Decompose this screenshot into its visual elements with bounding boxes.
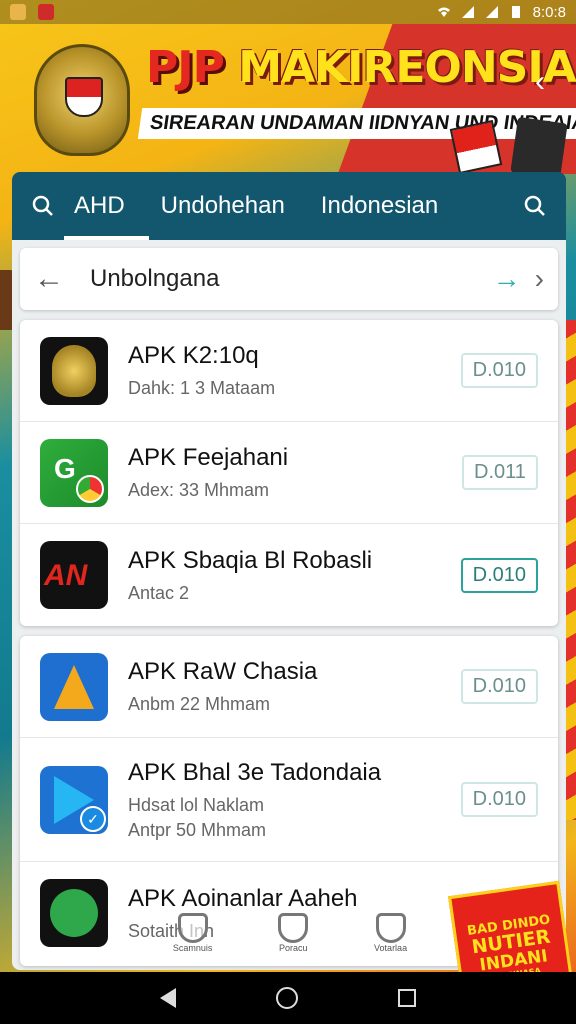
- content-panel: ← Unbolngana → › APK K2:10q Dahk: 1 3 Ma…: [12, 240, 566, 970]
- forward-arrow-icon[interactable]: →: [493, 263, 521, 295]
- version-badge[interactable]: D.010: [460, 669, 538, 704]
- header-banner: PJP MAKIREONSIA SIREARAN UNDAMAN IIDNYAN…: [0, 24, 576, 174]
- signal-icon: [461, 6, 474, 18]
- list-item[interactable]: ✓ APK Bhal 3e Tadondaia Hdsat lol Naklam…: [20, 738, 558, 862]
- flag-decoration: [449, 119, 503, 174]
- an-logo-icon: AN: [40, 541, 108, 609]
- chevron-right-icon[interactable]: ›: [535, 263, 544, 295]
- nav-item-scamnuis[interactable]: Scamnuis: [172, 913, 213, 953]
- notification-icon: [10, 4, 26, 20]
- status-time: 8:0:8: [532, 3, 566, 21]
- breadcrumb: ← Unbolngana → ›: [20, 248, 558, 310]
- gallery-notification-icon: [38, 4, 54, 20]
- list-item[interactable]: G APK Feejahani Adex: 33 Mhmam D.011: [20, 422, 558, 524]
- breadcrumb-label: Unbolngana: [90, 265, 220, 292]
- app-subtitle: Anbm 22 Mhmam: [128, 694, 271, 714]
- battery-icon: [511, 6, 520, 18]
- app-title: APK K2:10q: [128, 342, 259, 369]
- nav-item-votarlaa[interactable]: Votarlaa: [374, 913, 407, 953]
- card-decoration: [510, 116, 568, 174]
- version-badge[interactable]: D.011: [462, 455, 538, 490]
- app-title: APK Feejahani: [128, 444, 289, 471]
- app-list-card: APK K2:10q Dahk: 1 3 Mataam D.010 G APK …: [20, 320, 558, 626]
- whatsapp-icon: [40, 879, 108, 947]
- chrome-badge-icon: [76, 474, 104, 503]
- check-badge-icon: ✓: [80, 805, 106, 832]
- version-badge[interactable]: D.010: [460, 557, 538, 593]
- shield-icon: [177, 913, 208, 943]
- garuda-emblem-logo: [34, 44, 130, 156]
- wifi-icon: [437, 7, 450, 17]
- banner-title-part1: PJP: [146, 42, 225, 93]
- tab-undohehan[interactable]: Undohehan: [143, 172, 303, 240]
- tab-indonesian[interactable]: Indonesian: [303, 172, 456, 240]
- app-title: APK Sbaqia Bl Robasli: [128, 546, 373, 574]
- back-arrow-icon[interactable]: ←: [34, 262, 74, 296]
- app-title: APK RaW Chasia: [128, 658, 318, 685]
- nav-label: Poracu: [278, 943, 308, 953]
- green-g-icon: G: [40, 438, 108, 507]
- tab-bar: AHD Undohehan Indonesian: [12, 172, 566, 240]
- nav-label: Scamnuis: [172, 943, 213, 953]
- tab-ahd[interactable]: AHD: [56, 172, 149, 240]
- emblem-icon: [40, 336, 108, 405]
- system-back-icon[interactable]: [160, 988, 176, 1008]
- system-navigation-bar: [0, 972, 576, 1024]
- app-subtitle: Dahk: 1 3 Mataam: [128, 378, 276, 398]
- download-shield-icon: [375, 913, 406, 943]
- system-recents-icon[interactable]: [398, 989, 416, 1007]
- app-subtitle: Hdsat lol Naklam: [128, 794, 265, 815]
- version-badge[interactable]: D.010: [460, 782, 538, 817]
- list-item[interactable]: APK K2:10q Dahk: 1 3 Mataam D.010: [20, 320, 558, 422]
- back-arrow-icon[interactable]: ‹: [522, 64, 558, 100]
- list-item[interactable]: AN APK Sbaqia Bl Robasli Antac 2 D.010: [20, 524, 558, 626]
- heart-shield-icon: [278, 913, 309, 943]
- search-icon-right[interactable]: [522, 193, 548, 219]
- list-item[interactable]: APK RaW Chasia Anbm 22 Mhmam D.010: [20, 636, 558, 738]
- banner-title: PJP MAKIREONSIA: [146, 42, 576, 93]
- version-badge[interactable]: D.010: [460, 353, 538, 388]
- system-home-icon[interactable]: [276, 987, 298, 1009]
- play-store-icon: ✓: [40, 765, 108, 834]
- banner-subtitle: SIREARAN UNDAMAN IIDNYAN UND INDEAIAN: [137, 108, 576, 139]
- emblem-shield: [65, 77, 103, 117]
- app-subtitle: Adex: 33 Mhmam: [128, 480, 270, 500]
- overlay-bottom-nav: Scamnuis Poracu Votarlaa: [140, 900, 440, 966]
- nav-label: Votarlaa: [374, 943, 408, 953]
- blue-arrow-icon: [40, 652, 108, 721]
- app-subtitle-2: Antpr 50 Mhmam: [128, 819, 267, 840]
- app-title: APK Bhal 3e Tadondaia: [128, 758, 382, 786]
- search-icon[interactable]: [30, 193, 56, 219]
- signal-icon-2: [485, 6, 498, 18]
- nav-item-poracu[interactable]: Poracu: [278, 913, 309, 953]
- status-bar: 8:0:8: [0, 0, 576, 24]
- app-subtitle: Antac 2: [128, 582, 190, 603]
